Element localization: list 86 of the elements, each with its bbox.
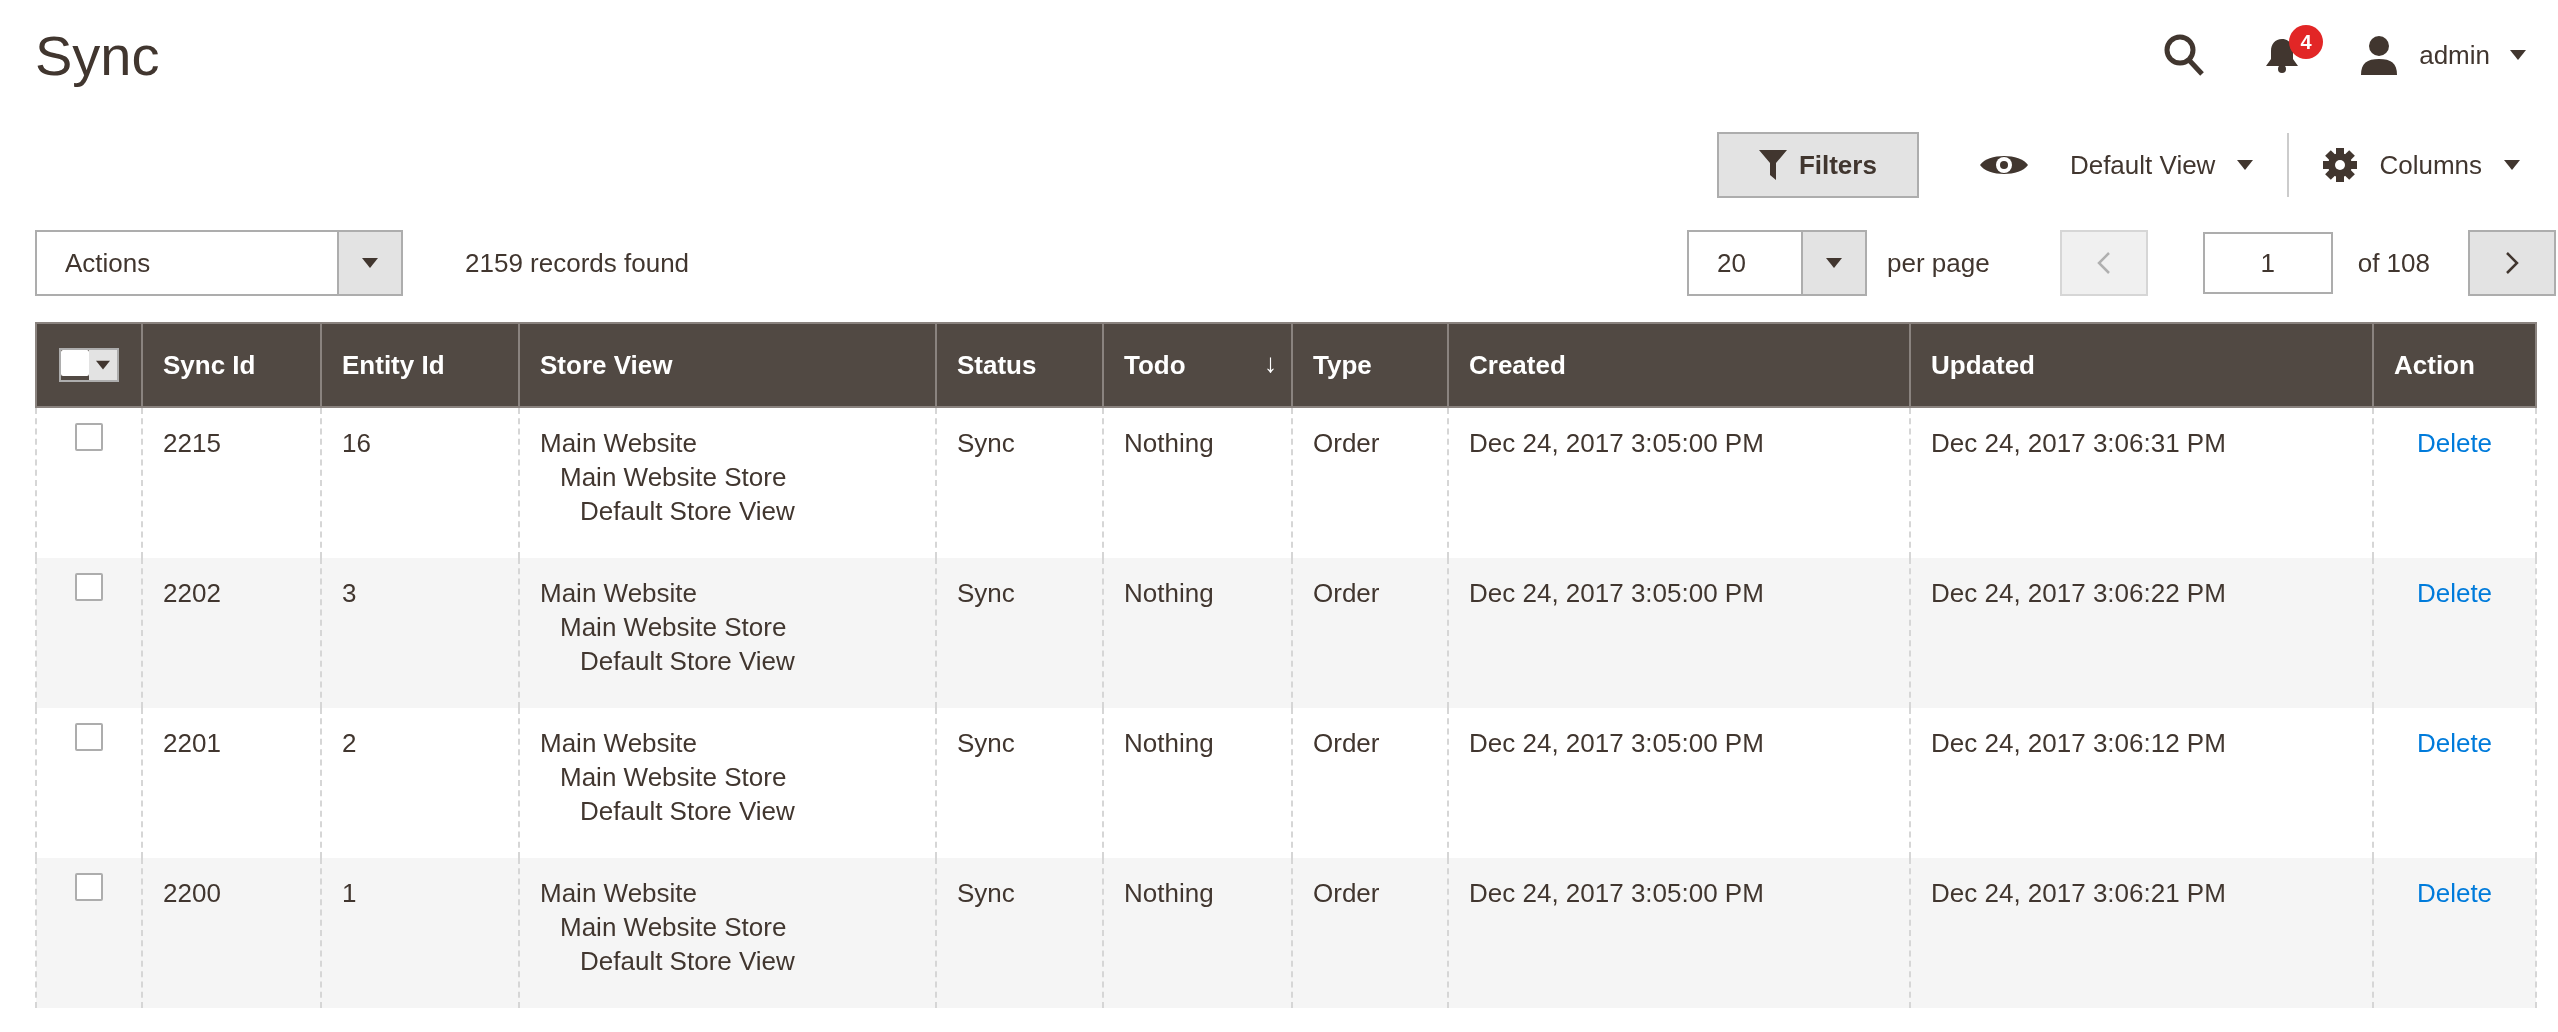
column-header[interactable]: Type (1292, 323, 1448, 407)
chevron-right-icon (2505, 251, 2519, 275)
search-icon[interactable] (2163, 33, 2206, 77)
table-cell: 2200 (163, 878, 221, 908)
table-cell: Nothing (1124, 428, 1214, 458)
table-cell: Sync (957, 428, 1015, 458)
column-header[interactable]: Action (2373, 323, 2536, 407)
table-cell: Dec 24, 2017 3:06:22 PM (1931, 578, 2226, 608)
table-cell: Dec 24, 2017 3:05:00 PM (1469, 728, 1764, 758)
page-total: of 108 (2357, 247, 2430, 279)
column-header[interactable]: Store View (519, 323, 936, 407)
column-header[interactable]: Todo ↓ (1103, 323, 1292, 407)
store-view-label: Default Store View (580, 945, 796, 978)
table-cell: Order (1313, 878, 1380, 908)
table-cell: Dec 24, 2017 3:06:12 PM (1931, 728, 2226, 758)
table-cell: 2202 (163, 578, 221, 608)
table-cell: 2215 (163, 428, 221, 458)
delete-link[interactable]: Delete (2416, 578, 2493, 608)
caret-icon (2237, 160, 2254, 170)
actions-dropdown[interactable]: Actions (35, 230, 403, 296)
table-cell: 16 (342, 428, 371, 458)
row-checkbox[interactable] (75, 423, 103, 452)
store-view-label: Default Store View (580, 495, 796, 528)
caret-icon (2504, 160, 2520, 170)
bell-icon[interactable] (2265, 37, 2300, 73)
filters-button[interactable]: Filters (1716, 132, 1919, 198)
store-view-label: Main Website Store (560, 611, 788, 644)
funnel-icon (1758, 150, 1787, 180)
table-cell: Dec 24, 2017 3:05:00 PM (1469, 428, 1764, 458)
table-cell: Dec 24, 2017 3:06:21 PM (1931, 878, 2226, 908)
caret-icon (2510, 50, 2526, 60)
table-cell: Nothing (1124, 878, 1214, 908)
column-header[interactable]: Entity Id (321, 323, 519, 407)
row-checkbox[interactable] (75, 573, 103, 602)
delete-link[interactable]: Delete (2416, 878, 2493, 908)
table-cell: Sync (957, 578, 1015, 608)
delete-link[interactable]: Delete (2416, 728, 2493, 758)
caret-icon (96, 360, 110, 371)
page-number-field[interactable]: 1 (2202, 232, 2333, 294)
view-dropdown[interactable]: Default View (1973, 148, 2260, 182)
sort-indicator: ↓ (1264, 348, 1277, 379)
store-view-label: Main Website (540, 577, 699, 610)
mass-select-control[interactable] (59, 348, 119, 383)
table-cell: Sync (957, 878, 1015, 908)
columns-dropdown[interactable]: Columns (2317, 147, 2526, 183)
delete-link[interactable]: Delete (2416, 428, 2493, 458)
column-header[interactable]: Sync Id (142, 323, 321, 407)
chevron-left-icon (2096, 251, 2111, 275)
table-cell: Dec 24, 2017 3:05:00 PM (1469, 578, 1764, 608)
column-header[interactable]: Updated (1910, 323, 2373, 407)
store-view-label: Default Store View (580, 795, 796, 828)
store-view-label: Default Store View (580, 645, 796, 678)
column-header[interactable]: Created (1448, 323, 1910, 407)
store-view-label: Main Website Store (560, 911, 788, 944)
page-title: Sync (35, 22, 161, 88)
row-checkbox[interactable] (75, 873, 103, 902)
column-header[interactable]: Status (936, 323, 1103, 407)
caret-icon (1826, 258, 1843, 268)
store-view-label: Main Website (540, 427, 699, 460)
records-count: 2159 records found (465, 247, 691, 279)
user-icon (2359, 35, 2400, 75)
table-cell: Nothing (1124, 578, 1214, 608)
table-cell: Sync (957, 728, 1015, 758)
table-cell: 2201 (163, 728, 221, 758)
store-view-label: Main Website (540, 877, 699, 910)
per-page-label: per page (1887, 247, 1990, 279)
notification-badge: 4 (2289, 25, 2324, 59)
user-menu[interactable]: admin (2419, 39, 2490, 71)
table-cell: 1 (342, 878, 357, 908)
table-cell: 2 (342, 728, 357, 758)
caret-icon (362, 258, 378, 268)
table-cell: Order (1313, 578, 1380, 608)
table-cell: Order (1313, 428, 1380, 458)
table-cell: Nothing (1124, 728, 1214, 758)
table-cell: Dec 24, 2017 3:05:00 PM (1469, 878, 1764, 908)
per-page-dropdown[interactable]: 20 (1687, 230, 1868, 296)
store-view-label: Main Website Store (560, 761, 788, 794)
table-cell: Dec 24, 2017 3:06:31 PM (1931, 428, 2226, 458)
table-cell: 3 (342, 578, 357, 608)
table-cell: Order (1313, 728, 1380, 758)
store-view-label: Main Website (540, 727, 699, 760)
select-all-checkbox[interactable] (61, 350, 89, 377)
store-view-label: Main Website Store (560, 461, 788, 494)
row-checkbox[interactable] (75, 723, 103, 752)
next-page-button[interactable] (2468, 230, 2556, 296)
gear-icon (2323, 148, 2358, 182)
